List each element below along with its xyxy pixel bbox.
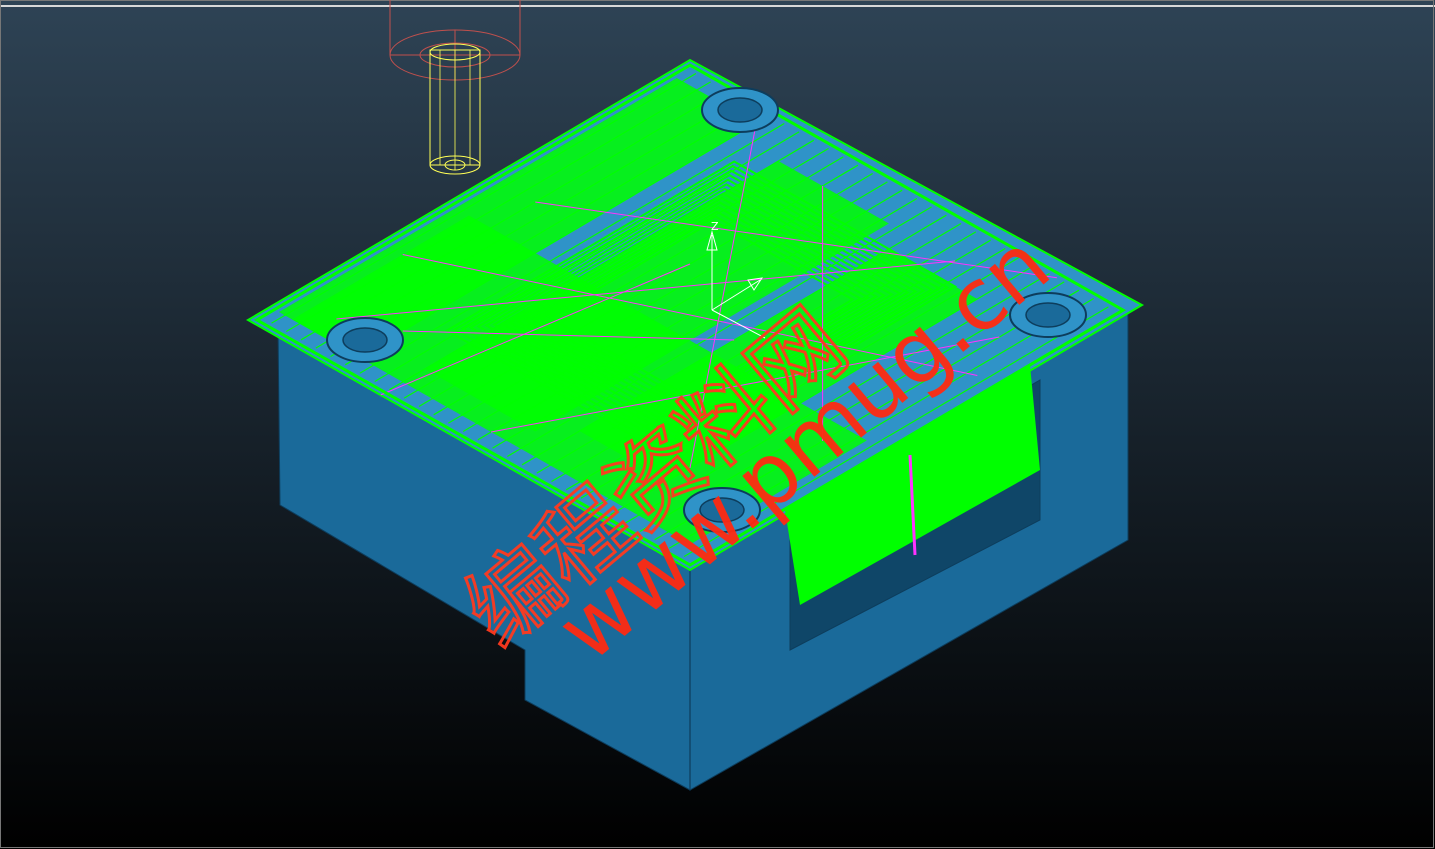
bolt-hole: [717, 97, 763, 123]
cad-scene[interactable]: Z 编程资料网 www.pmug.cn: [0, 0, 1435, 849]
triad-z-label: Z: [711, 220, 719, 233]
graphics-viewport[interactable]: Z 编程资料网 www.pmug.cn: [0, 0, 1435, 849]
bolt-hole: [342, 327, 388, 353]
